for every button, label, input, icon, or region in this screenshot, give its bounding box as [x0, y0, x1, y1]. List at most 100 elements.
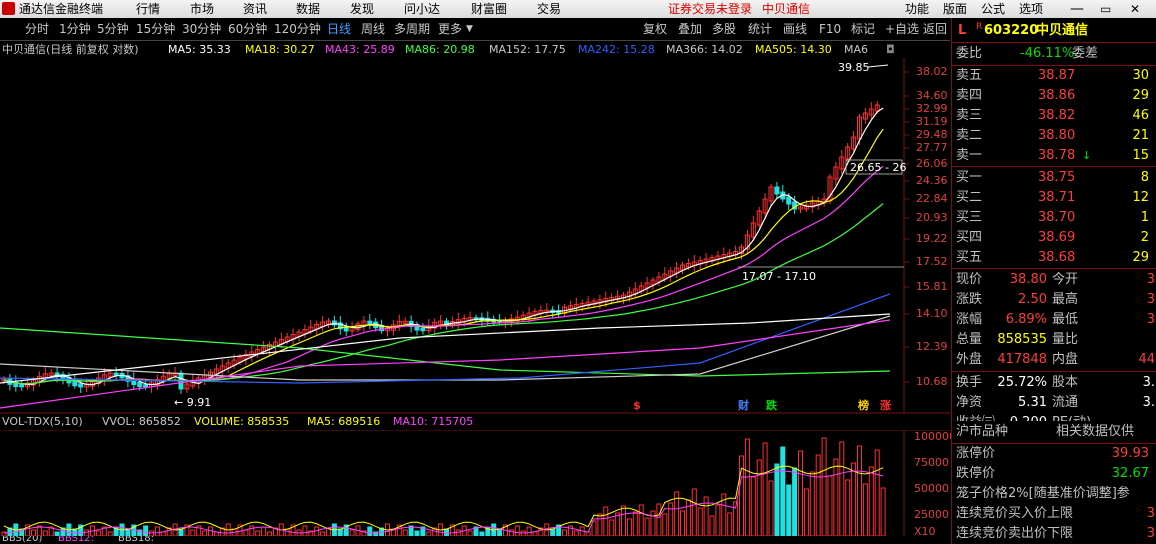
bid-row-1-volume: 8: [1140, 170, 1149, 185]
login-notice[interactable]: 证券交易未登录: [668, 0, 752, 18]
bid-row-3-label: 买三: [956, 210, 983, 225]
menu-hangqing[interactable]: 行情: [136, 0, 160, 18]
menu-shuju[interactable]: 数据: [296, 0, 320, 18]
stat-row: 总量 858535 量比: [952, 330, 1156, 350]
ma152-label: MA152: 17.75: [489, 43, 566, 56]
period-60min[interactable]: 60分钟: [228, 18, 267, 40]
stat-label: 内盘: [1052, 352, 1079, 367]
rule-value: 3: [1146, 526, 1155, 541]
ask-row-2[interactable]: 卖二 38.80 21: [952, 126, 1156, 146]
chevron-down-icon[interactable]: ▼: [466, 18, 473, 40]
fund-value: 3.: [1142, 395, 1155, 410]
limit-value: 32.67: [1111, 466, 1149, 481]
bid-row-5-price: 38.68: [1038, 250, 1076, 265]
stat-value: 2.50: [1018, 292, 1047, 307]
action-back[interactable]: 返回: [923, 18, 947, 40]
period-1min[interactable]: 1分钟: [59, 18, 91, 40]
bid-row-4[interactable]: 买四 38.69 2: [952, 228, 1156, 248]
period-30min[interactable]: 30分钟: [182, 18, 221, 40]
limit-value: 39.93: [1111, 446, 1149, 461]
menu-shichang[interactable]: 市场: [190, 0, 214, 18]
action-duogu[interactable]: 多股: [712, 18, 736, 40]
ma366-label: MA366: 14.02: [666, 43, 743, 56]
action-biaoji[interactable]: 标记: [851, 18, 875, 40]
stock-name: 中贝通信: [1036, 23, 1089, 38]
rule-value: 3: [1146, 506, 1155, 521]
close-icon[interactable]: ✕: [1130, 0, 1140, 18]
stat-row: 外盘 417848 内盘 44: [952, 350, 1156, 370]
menu-faxian[interactable]: 发现: [350, 0, 374, 18]
bid-row-1-label: 买一: [956, 170, 983, 185]
rule-label: 连续竞价买入价上限: [956, 506, 1074, 521]
bid-row-5-label: 买五: [956, 250, 983, 265]
bid-row-1[interactable]: 买一 38.75 8: [952, 168, 1156, 188]
period-daily[interactable]: 日线: [327, 18, 351, 40]
menu-gongshi[interactable]: 公式: [981, 0, 1005, 18]
period-15min[interactable]: 15分钟: [136, 18, 175, 40]
bid-row-5[interactable]: 买五 38.68 29: [952, 248, 1156, 268]
volume-tick: 75000: [914, 456, 949, 469]
menu-gongneng[interactable]: 功能: [905, 0, 929, 18]
price-tick: 10.68: [916, 375, 948, 388]
period-more[interactable]: 更多: [438, 18, 462, 40]
fund-value: 3.: [1142, 375, 1155, 390]
action-fuquan[interactable]: 复权: [643, 18, 667, 40]
ask-row-5-volume: 30: [1132, 68, 1149, 83]
stat-label: 总量: [956, 332, 983, 347]
ask-row-1[interactable]: 卖一 38.78 15: [952, 146, 1156, 166]
market-prefix: L: [958, 23, 967, 38]
action-f10[interactable]: F10: [819, 18, 841, 40]
ma86-label: MA86: 20.98: [405, 43, 475, 56]
period-5min[interactable]: 5分钟: [97, 18, 129, 40]
r-flag-icon: R: [976, 22, 983, 32]
menu-jiaoyi[interactable]: 交易: [537, 0, 561, 18]
period-fenshi[interactable]: 分时: [25, 18, 49, 40]
ask-row-2-volume: 21: [1132, 128, 1149, 143]
volume-axis: 100000 75000 50000 25000 X10: [0, 430, 956, 538]
menu-xuanxiang[interactable]: 选项: [1019, 0, 1043, 18]
action-add-watchlist[interactable]: +自选: [885, 18, 919, 40]
volume-tick: 50000: [914, 482, 949, 495]
vol-ma5-label: MA5: 689516: [307, 415, 381, 428]
minimize-icon[interactable]: —: [1070, 0, 1084, 18]
period-weekly[interactable]: 周线: [361, 18, 385, 40]
period-multi[interactable]: 多周期: [394, 18, 430, 40]
period-120min[interactable]: 120分钟: [274, 18, 321, 40]
menu-zixun[interactable]: 资讯: [243, 0, 267, 18]
menu-caifuquan[interactable]: 财富圈: [471, 0, 507, 18]
bid-row-2[interactable]: 买二 38.71 12: [952, 188, 1156, 208]
price-tick: 14.10: [916, 307, 948, 320]
bid-row-3[interactable]: 买三 38.70 1: [952, 208, 1156, 228]
ask-row-4[interactable]: 卖四 38.86 29: [952, 86, 1156, 106]
bid-row-2-price: 38.71: [1038, 190, 1076, 205]
ask-row-2-label: 卖二: [956, 128, 983, 143]
menu-banmian[interactable]: 版面: [943, 0, 967, 18]
action-huaxian[interactable]: 画线: [783, 18, 807, 40]
price-tick: 19.22: [916, 232, 948, 245]
ask-row-5[interactable]: 卖五 38.87 30: [952, 66, 1156, 86]
ask-row-3[interactable]: 卖三 38.82 46: [952, 106, 1156, 126]
fund-label: 净资: [956, 395, 983, 410]
ask-row-3-price: 38.82: [1038, 108, 1076, 123]
vol-indicator-label: VOL-TDX(5,10): [2, 415, 83, 428]
action-diejia[interactable]: 叠加: [678, 18, 702, 40]
stat-value: 38.80: [1009, 272, 1047, 287]
menu-wenxiaoda[interactable]: 问小达: [404, 0, 440, 18]
ask-row-1-volume: 15: [1132, 148, 1149, 163]
price-tick: 26.06: [916, 157, 948, 170]
volume-info-line: VOL-TDX(5,10) VVOL: 865852 VOLUME: 85853…: [0, 414, 950, 430]
panel-toggle-icon[interactable]: ◘: [886, 42, 895, 58]
ask-row-5-price: 38.87: [1038, 68, 1076, 83]
stat-label: 外盘: [956, 352, 983, 367]
chart-toolbar: 分时 1分钟 5分钟 15分钟 30分钟 60分钟 120分钟 日线 周线 多周…: [0, 18, 950, 41]
stat-row: 涨幅 6.89% 最低 3: [952, 310, 1156, 330]
ma6-label: MA6: [844, 43, 869, 56]
rule-label: 笼子价格2%[随基准价调整]参: [956, 486, 1130, 501]
price-tick: 27.77: [916, 141, 948, 154]
action-tongji[interactable]: 统计: [748, 18, 772, 40]
bbs12-label: BBS12:: [58, 536, 94, 544]
restore-icon[interactable]: ▭: [1100, 0, 1111, 18]
stat-label: 现价: [956, 272, 983, 287]
price-tick: 17.52: [916, 255, 948, 268]
stat-label: 涨跌: [956, 292, 983, 307]
